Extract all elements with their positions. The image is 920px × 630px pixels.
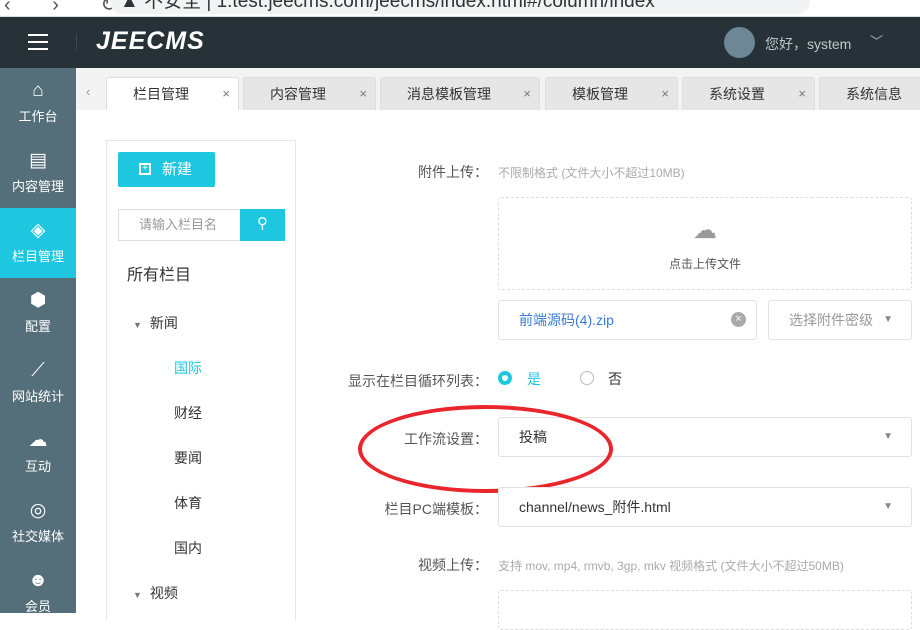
radio-yes[interactable] [498,371,512,385]
sidebar-item-label: 社交媒体 [11,529,64,544]
column-search-input[interactable]: 请输入栏目名 [118,209,241,241]
tree-node-finance[interactable]: 财经 [174,403,202,423]
tab-bar: ‹ 栏目管理 × 内容管理 × 消息模板管理 × 模板管理 × 系统设置 × 系统信息 [76,68,920,110]
tree-node-domestic[interactable]: 国内 [174,538,202,558]
chart-line-icon: ⟋ [31,360,45,381]
sidebar-item-label: 配置 [24,319,51,334]
video-upload-area[interactable] [498,590,912,630]
address-bar[interactable]: ▲ 不安全 | 1.test.jeecms.com/jeecms/index.h… [110,0,810,14]
radio-yes-label[interactable]: 是 [527,369,541,389]
new-button[interactable]: + 新建 [118,152,215,187]
sidebar-item-label: 栏目管理 [11,249,64,264]
pc-template-select[interactable]: channel/news_附件.html ▼ [498,487,912,527]
tab-label: 消息模板管理 [407,86,491,102]
tab-label: 栏目管理 [133,86,189,102]
sidebar-item-label: 会员 [24,599,51,614]
attachment-hint: 不限制格式 (文件大小不超过10MB) [498,166,685,180]
column-tree-panel: + 新建 请输入栏目名 ⚲ 所有栏目 ▼ 新闻 国际 财经 要闻 体育 国内 ▼ 视频 [106,140,296,620]
tree-node-sports[interactable]: 体育 [174,493,202,513]
tab-template[interactable]: 模板管理 × [545,77,678,110]
target-icon: ◎ [29,500,47,521]
close-icon[interactable]: × [523,78,531,110]
chevron-down-icon[interactable]: ﹀ [870,31,883,50]
video-upload-hint: 支持 mov, mp4, rmvb, 3gp, mkv 视频格式 (文件大小不超… [498,559,844,573]
loop-list-label: 显示在栏目循环列表： [348,373,488,389]
top-header: JEECMS 您好，system ﹀ [0,17,920,68]
sidebar-item-interaction[interactable]: ☁ 互动 [0,418,76,488]
sidebar: ⌂ 工作台 ▤ 内容管理 ◈ 栏目管理 ⬢ 配置 ⟋ 网站统计 ☁ 互动 ◎ 社交媒体 ☻ 会员 [0,68,76,614]
sidebar-item-column[interactable]: ◈ 栏目管理 [0,208,76,278]
sidebar-item-members[interactable]: ☻ 会员 [0,558,76,628]
sidebar-item-content[interactable]: ▤ 内容管理 [0,138,76,208]
browser-bar: ‹ › ↻ ▲ 不安全 | 1.test.jeecms.com/jeecms/i… [0,0,920,17]
logo: JEECMS [96,27,205,55]
cube-icon: ⬢ [29,290,47,311]
select-placeholder: 选择附件密级 [789,312,873,328]
tab-message-template[interactable]: 消息模板管理 × [380,77,540,110]
chat-icon: ☁ [28,430,48,451]
red-annotation-ellipse [358,405,613,493]
header-divider [76,34,77,51]
sidebar-item-label: 工作台 [18,109,58,124]
tab-system-info[interactable]: 系统信息 [819,77,920,110]
tree-node-video[interactable]: ▼ 视频 [133,583,178,603]
sidebar-item-label: 内容管理 [11,179,64,194]
sidebar-item-label: 互动 [24,459,51,474]
new-button-label: 新建 [162,161,193,178]
sidebar-item-config[interactable]: ⬢ 配置 [0,278,76,348]
search-icon: ⚲ [257,215,268,232]
caret-down-icon: ▼ [883,431,893,442]
tab-label: 系统信息 [846,86,902,102]
user-greeting[interactable]: 您好，system [765,34,851,54]
tab-content[interactable]: 内容管理 × [243,77,376,110]
avatar[interactable] [724,27,755,58]
user-icon: ☻ [28,570,48,591]
caret-down-icon[interactable]: ▼ [133,590,142,600]
tree-node-label: 新闻 [149,315,178,331]
sidebar-item-social[interactable]: ◎ 社交媒体 [0,488,76,558]
sidebar-item-stats[interactable]: ⟋ 网站统计 [0,348,76,418]
caret-down-icon: ▼ [883,501,893,512]
clear-icon[interactable]: × [731,312,746,327]
secret-level-select[interactable]: 选择附件密级 ▼ [768,300,912,340]
caret-down-icon: ▼ [883,314,893,325]
close-icon[interactable]: × [359,78,367,110]
tree-node-news[interactable]: ▼ 新闻 [133,313,178,333]
upload-text: 点击上传文件 [668,257,741,271]
file-name[interactable]: 前端源码(4).zip [519,312,614,328]
plus-icon: + [139,163,151,175]
cloud-upload-icon: ☁ [693,217,717,244]
tree-node-label: 视频 [149,585,178,601]
radio-no[interactable] [580,371,594,385]
sidebar-item-label: 网站统计 [11,389,64,404]
select-value: channel/news_附件.html [519,499,671,515]
sidebar-item-workbench[interactable]: ⌂ 工作台 [0,68,76,138]
close-icon[interactable]: × [222,78,230,110]
tab-system-settings[interactable]: 系统设置 × [682,77,815,110]
attachment-label: 附件上传： [418,164,488,180]
caret-down-icon[interactable]: ▼ [133,320,142,330]
tab-label: 系统设置 [709,86,765,102]
pc-template-label: 栏目PC端模板： [384,501,488,517]
radio-no-label[interactable]: 否 [608,369,622,389]
chevron-left-icon[interactable]: ‹ [86,84,90,99]
home-icon: ⌂ [32,80,44,101]
tree-node-international[interactable]: 国际 [174,358,202,378]
search-button[interactable]: ⚲ [240,209,285,241]
tree-root[interactable]: 所有栏目 [127,261,191,285]
attached-file[interactable]: 前端源码(4).zip × [498,300,757,340]
attachment-upload-area[interactable]: ☁ 点击上传文件 [498,197,912,290]
close-icon[interactable]: × [661,78,669,110]
tree-node-headlines[interactable]: 要闻 [174,448,202,468]
tab-column[interactable]: 栏目管理 × [106,77,239,110]
menu-icon[interactable] [28,34,48,50]
tab-label: 模板管理 [572,86,628,102]
close-icon[interactable]: × [798,78,806,110]
layers-icon: ◈ [30,220,46,241]
video-upload-label: 视频上传： [418,557,488,573]
document-icon: ▤ [29,150,47,171]
tab-label: 内容管理 [270,86,326,102]
